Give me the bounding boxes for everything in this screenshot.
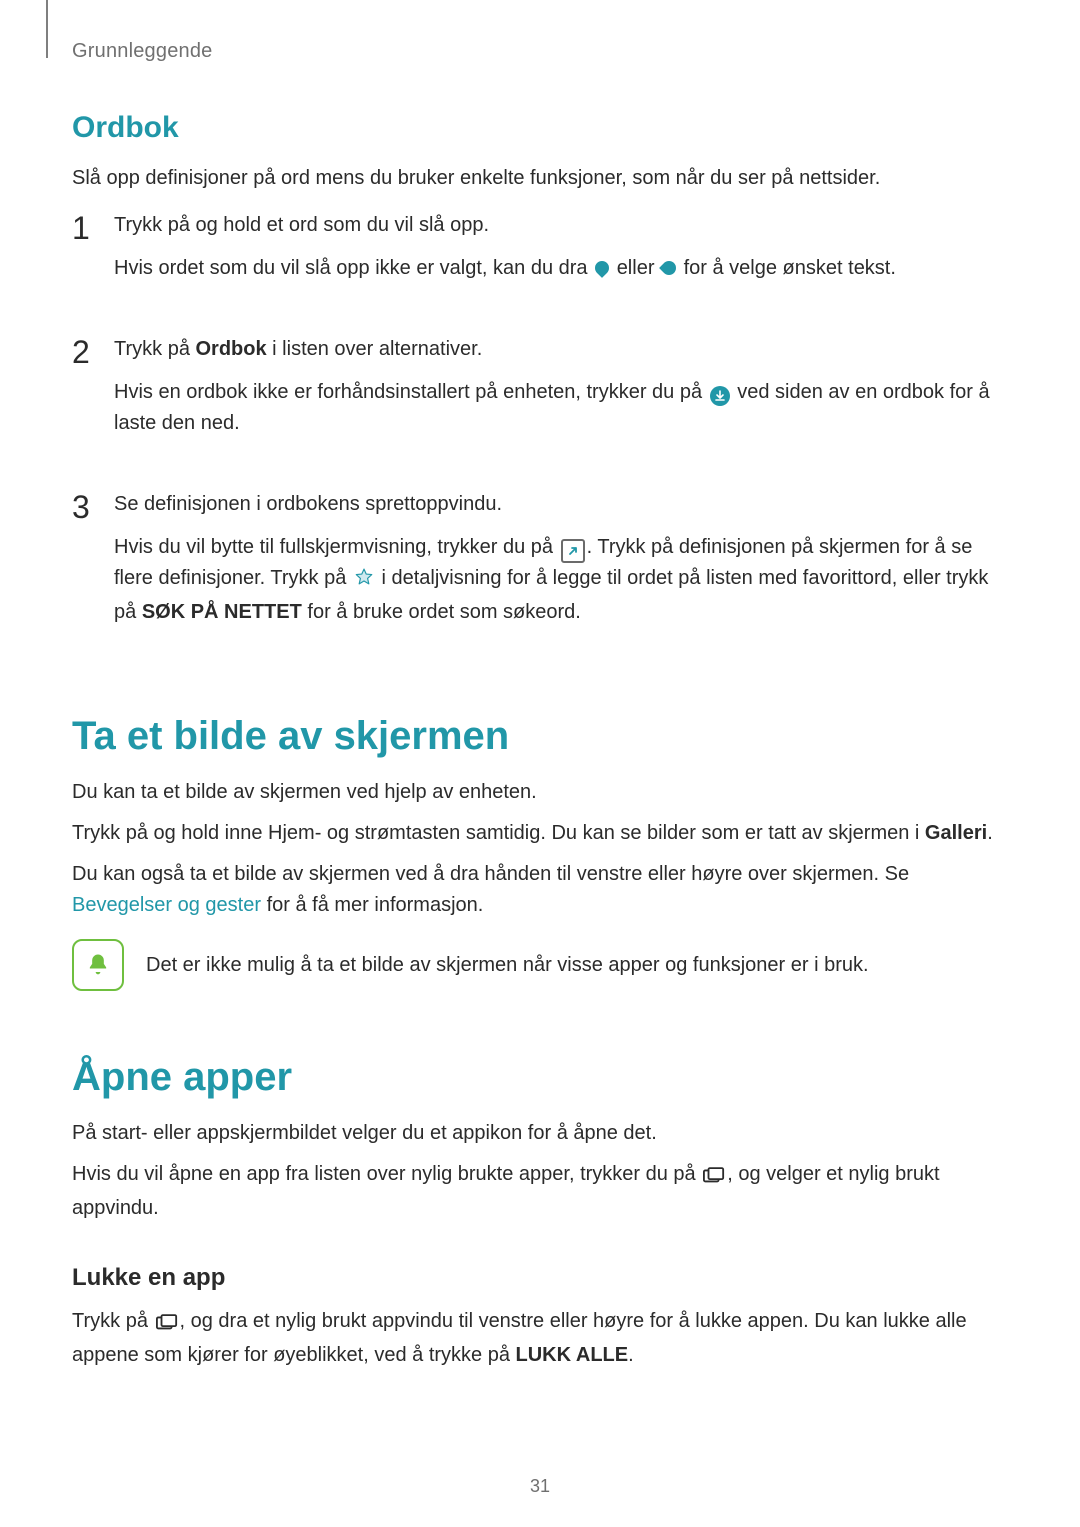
screenshot-p2: Trykk på og hold inne Hjem- og strømtast… [72,818,1008,849]
recent-apps-icon [703,1162,725,1193]
ordbok-steps: 1 Trykk på og hold et ord som du vil slå… [72,210,1008,650]
apps-p2: Hvis du vil åpne en app fra listen over … [72,1159,1008,1224]
page-number: 31 [0,1476,1080,1497]
text: Du kan også ta et bilde av skjermen ved … [72,863,909,885]
bold-text: Galleri [925,822,987,844]
section-title-apps: Åpne apper [72,1055,1008,1100]
page-tab-marker [46,0,48,58]
text: . [987,822,993,844]
text: Hvis ordet som du vil slå opp ikke er va… [114,257,593,279]
recent-apps-icon [156,1309,178,1340]
step1-line2: Hvis ordet som du vil slå opp ikke er va… [114,253,1008,284]
step-number: 3 [72,489,96,650]
section-title-ordbok: Ordbok [72,111,1008,145]
text: for å bruke ordet som søkeord. [302,601,581,623]
step-body: Trykk på og hold et ord som du vil slå o… [114,210,1008,296]
text: i listen over alternativer. [267,338,483,360]
bold-text: Ordbok [196,338,267,360]
selection-handle-left-icon [592,258,612,278]
screenshot-p1: Du kan ta et bilde av skjermen ved hjelp… [72,777,1008,808]
selection-handle-right-icon [659,258,679,278]
text: Hvis du vil åpne en app fra listen over … [72,1163,701,1185]
section-title-screenshot: Ta et bilde av skjermen [72,714,1008,759]
note-bell-icon [72,939,124,991]
star-icon [354,566,374,597]
text: for å velge ønsket tekst. [684,257,896,279]
screenshot-p3: Du kan også ta et bilde av skjermen ved … [72,859,1008,921]
ordbok-intro: Slå opp definisjoner på ord mens du bruk… [72,163,1008,194]
step-3: 3 Se definisjonen i ordbokens sprettoppv… [72,489,1008,650]
step-2: 2 Trykk på Ordbok i listen over alternat… [72,334,1008,461]
text: . [628,1344,634,1366]
step-body: Se definisjonen i ordbokens sprettoppvin… [114,489,1008,640]
step2-line1: Trykk på Ordbok i listen over alternativ… [114,334,1008,365]
step3-line2: Hvis du vil bytte til fullskjermvisning,… [114,532,1008,628]
step-1: 1 Trykk på og hold et ord som du vil slå… [72,210,1008,306]
note-text: Det er ikke mulig å ta et bilde av skjer… [146,950,1008,980]
text: Hvis en ordbok ikke er forhåndsinstaller… [114,381,708,403]
download-icon [710,386,730,406]
link-text[interactable]: Bevegelser og gester [72,894,261,916]
step2-line2: Hvis en ordbok ikke er forhåndsinstaller… [114,377,1008,439]
step-number: 1 [72,210,96,306]
text: eller [617,257,660,279]
subsection-title-close: Lukke en app [72,1264,1008,1292]
note-callout: Det er ikke mulig å ta et bilde av skjer… [72,939,1008,991]
text: Hvis du vil bytte til fullskjermvisning,… [114,536,559,558]
step-number: 2 [72,334,96,461]
apps-p1: På start- eller appskjermbildet velger d… [72,1118,1008,1149]
bold-text: SØK PÅ NETTET [142,601,302,623]
document-page: Grunnleggende Ordbok Slå opp definisjone… [0,0,1080,1527]
expand-icon [561,539,585,563]
text: for å få mer informasjon. [261,894,483,916]
text: Trykk på [114,338,196,360]
step-body: Trykk på Ordbok i listen over alternativ… [114,334,1008,451]
text: Trykk på og hold inne Hjem- og strømtast… [72,822,925,844]
step1-line1: Trykk på og hold et ord som du vil slå o… [114,210,1008,241]
bold-text: LUKK ALLE [516,1344,629,1366]
apps-close-p: Trykk på , og dra et nylig brukt appvind… [72,1306,1008,1371]
step3-line1: Se definisjonen i ordbokens sprettoppvin… [114,489,1008,520]
text: Trykk på [72,1310,154,1332]
breadcrumb: Grunnleggende [72,40,1008,63]
